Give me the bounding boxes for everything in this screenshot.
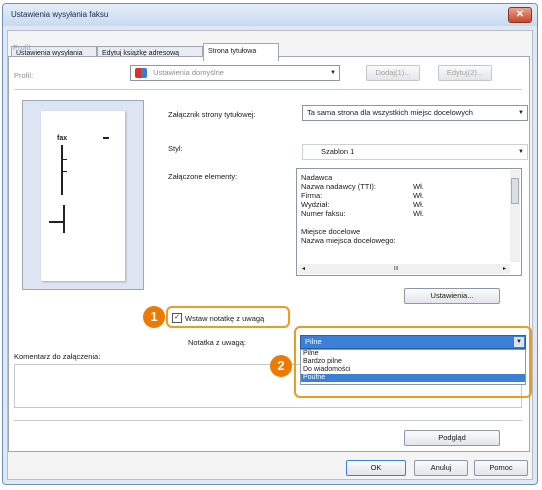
window-title: Ustawienia wysyłania faksu: [11, 10, 109, 19]
list-item: Firma: Wł.: [301, 191, 424, 200]
title-bar: Ustawienia wysyłania faksu ✕: [3, 4, 537, 26]
scroll-thumb-grip: III: [394, 266, 399, 272]
preview-line: [61, 145, 63, 195]
attachment-select[interactable]: Ta sama strona dla wszystkich miejsc doc…: [302, 105, 528, 121]
style-select[interactable]: Szablon 1 ▼: [302, 144, 528, 160]
preview-mark: [103, 137, 109, 139]
preview-page: fax: [41, 111, 125, 281]
preview-line: [49, 221, 65, 223]
cover-page-preview: fax: [22, 100, 144, 290]
list-item: Miejsce docelowe: [301, 227, 361, 236]
included-elements-list[interactable]: Nadawca Nazwa nadawcy (TTI): Wł. Firma: Wł…: [296, 168, 522, 276]
list-item: Numer faksu: Wł.: [301, 209, 424, 218]
scroll-right-icon[interactable]: ▸: [503, 264, 506, 274]
preview-line: [63, 205, 65, 233]
profile-value: Ustawienia domyślne: [153, 68, 224, 77]
comment-label: Komentarz do załączenia:: [14, 352, 101, 361]
list-item: Nadawca: [301, 173, 333, 182]
callout-2: 2: [270, 355, 292, 377]
close-button[interactable]: ✕: [508, 7, 532, 23]
included-elements-label: Załączone elementy:: [168, 172, 238, 181]
horizontal-scrollbar[interactable]: ◂ III ▸: [298, 264, 510, 274]
separator: [14, 420, 522, 421]
separator: [14, 89, 522, 90]
list-item: Nazwa nadawcy (TTI): Wł.: [301, 182, 424, 191]
included-rows: Nadawca Nazwa nadawcy (TTI): Wł. Firma: Wł…: [301, 173, 501, 245]
attachment-value: Ta sama strona dla wszystkich miejsc doc…: [307, 108, 473, 117]
list-item: [301, 218, 501, 227]
scroll-left-icon[interactable]: ◂: [302, 264, 305, 274]
chevron-down-icon: ▼: [518, 149, 524, 155]
tab-cover-page[interactable]: Strona tytułowa: [203, 43, 279, 61]
preview-line: [61, 159, 67, 160]
ok-button[interactable]: OK: [346, 460, 406, 476]
profile-icon: [135, 68, 147, 79]
preview-fax-text: fax: [57, 135, 68, 142]
checkbox-highlight: [166, 306, 290, 328]
list-item: Nazwa miejsca docelowego:: [301, 236, 396, 245]
list-item: Wydział: Wł.: [301, 200, 424, 209]
style-label: Styl:: [168, 144, 183, 153]
profile-label: Profil:: [13, 43, 33, 52]
profile-select[interactable]: Ustawienia domyślne ▼: [130, 65, 340, 81]
dropdown-highlight: [294, 326, 532, 398]
cancel-button[interactable]: Anuluj: [414, 460, 468, 476]
settings-button[interactable]: Ustawienia...: [404, 288, 500, 304]
chevron-down-icon: ▼: [330, 70, 336, 76]
preview-button[interactable]: Podgląd: [404, 430, 500, 446]
preview-line: [61, 171, 67, 172]
add-profile-button[interactable]: Dodaj(1)...: [366, 65, 420, 81]
scrollbar-thumb[interactable]: [511, 178, 519, 204]
callout-1: 1: [143, 306, 165, 328]
help-button[interactable]: Pomoc: [474, 460, 528, 476]
edit-profile-button[interactable]: Edytuj(2)...: [438, 65, 492, 81]
style-value: Szablon 1: [321, 147, 355, 156]
chevron-down-icon: ▼: [518, 110, 524, 116]
attachment-label: Załącznik strony tytułowej:: [168, 110, 256, 119]
vertical-scrollbar[interactable]: [510, 170, 520, 262]
profile-label: Profil:: [14, 71, 34, 80]
note-select-label: Notatka z uwagą:: [188, 338, 246, 347]
